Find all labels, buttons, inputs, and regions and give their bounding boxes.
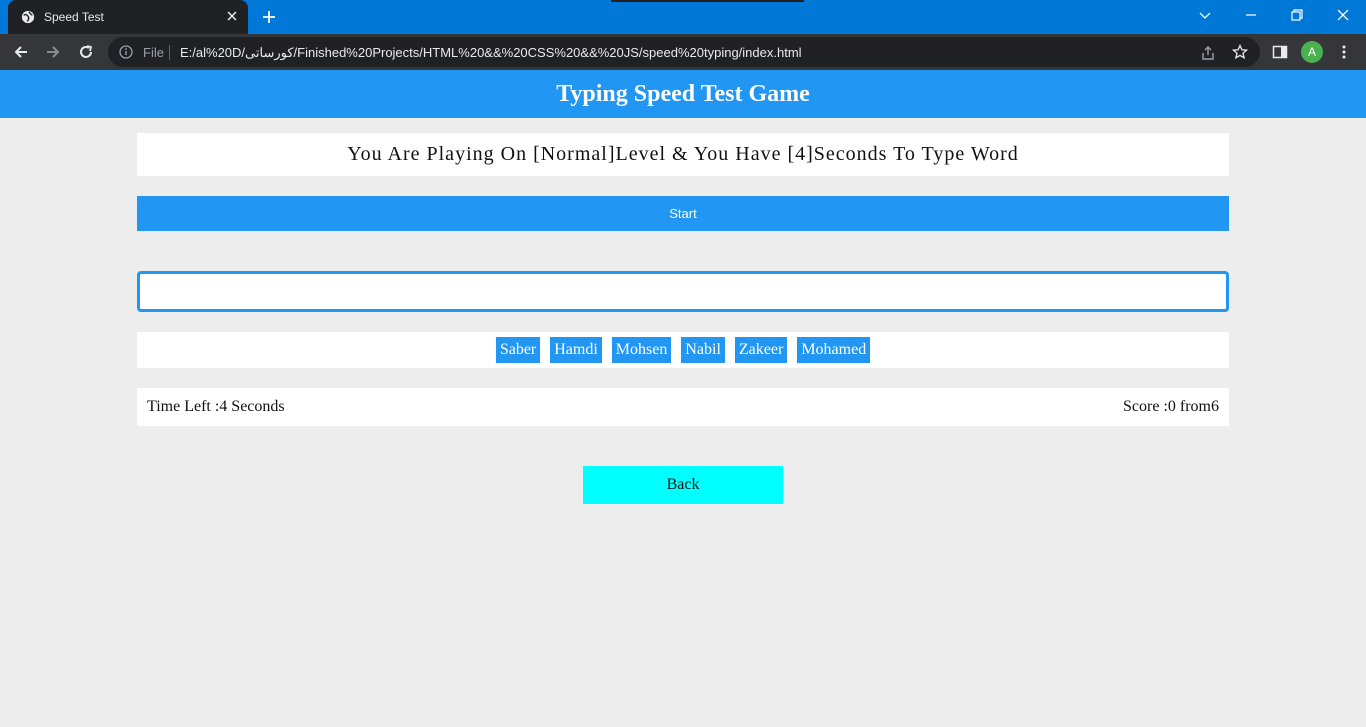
plus-icon[interactable]: [261, 9, 277, 25]
page-title: Typing Speed Test Game: [0, 70, 1366, 118]
word-chip: Zakeer: [734, 337, 788, 363]
url-text[interactable]: E:/al%20D/کورساتی/Finished%20Projects/HT…: [180, 45, 802, 61]
address-separator: [169, 45, 170, 60]
word-chip: Hamdi: [550, 337, 602, 363]
avatar[interactable]: A: [1301, 41, 1323, 63]
globe-icon: [21, 10, 35, 24]
time-left: Time Left :4 Seconds: [147, 398, 285, 415]
forward-arrow-icon[interactable]: [45, 44, 61, 60]
start-button[interactable]: Start: [137, 196, 1229, 231]
star-icon[interactable]: [1232, 44, 1248, 60]
minimize-icon[interactable]: [1244, 8, 1258, 22]
close-window-icon[interactable]: [1336, 8, 1350, 22]
back-arrow-icon[interactable]: [13, 44, 29, 60]
score: Score :0 from6: [1123, 398, 1219, 415]
browser-tab-bar: Speed Test: [0, 0, 1366, 34]
restore-icon[interactable]: [1290, 8, 1304, 22]
browser-toolbar: File E:/al%20D/کورساتی/Finished%20Projec…: [0, 34, 1366, 70]
more-vert-icon[interactable]: [1338, 44, 1350, 60]
side-panel-icon[interactable]: [1272, 44, 1288, 60]
word-chip: Nabil: [681, 337, 725, 363]
browser-tab[interactable]: Speed Test: [8, 0, 248, 34]
share-icon[interactable]: [1200, 45, 1216, 61]
word-input[interactable]: [137, 271, 1229, 312]
address-bar[interactable]: File E:/al%20D/کورساتی/Finished%20Projec…: [108, 37, 1260, 67]
reload-icon[interactable]: [78, 44, 94, 60]
top-strip: [611, 0, 804, 2]
word-chip: Saber: [495, 337, 541, 363]
back-button[interactable]: Back: [583, 466, 783, 504]
info-icon[interactable]: [119, 45, 133, 59]
url-scheme-label: File: [143, 45, 164, 60]
close-icon[interactable]: [226, 10, 238, 22]
status-bar: Time Left :4 Seconds Score :0 from6: [137, 388, 1229, 426]
tab-title: Speed Test: [44, 10, 104, 24]
chevron-down-icon[interactable]: [1198, 8, 1212, 22]
level-message: You Are Playing On [Normal]Level & You H…: [137, 133, 1229, 176]
upcoming-words: Saber Hamdi Mohsen Nabil Zakeer Mohamed: [137, 332, 1229, 368]
word-chip: Mohsen: [611, 337, 672, 363]
word-chip: Mohamed: [797, 337, 871, 363]
